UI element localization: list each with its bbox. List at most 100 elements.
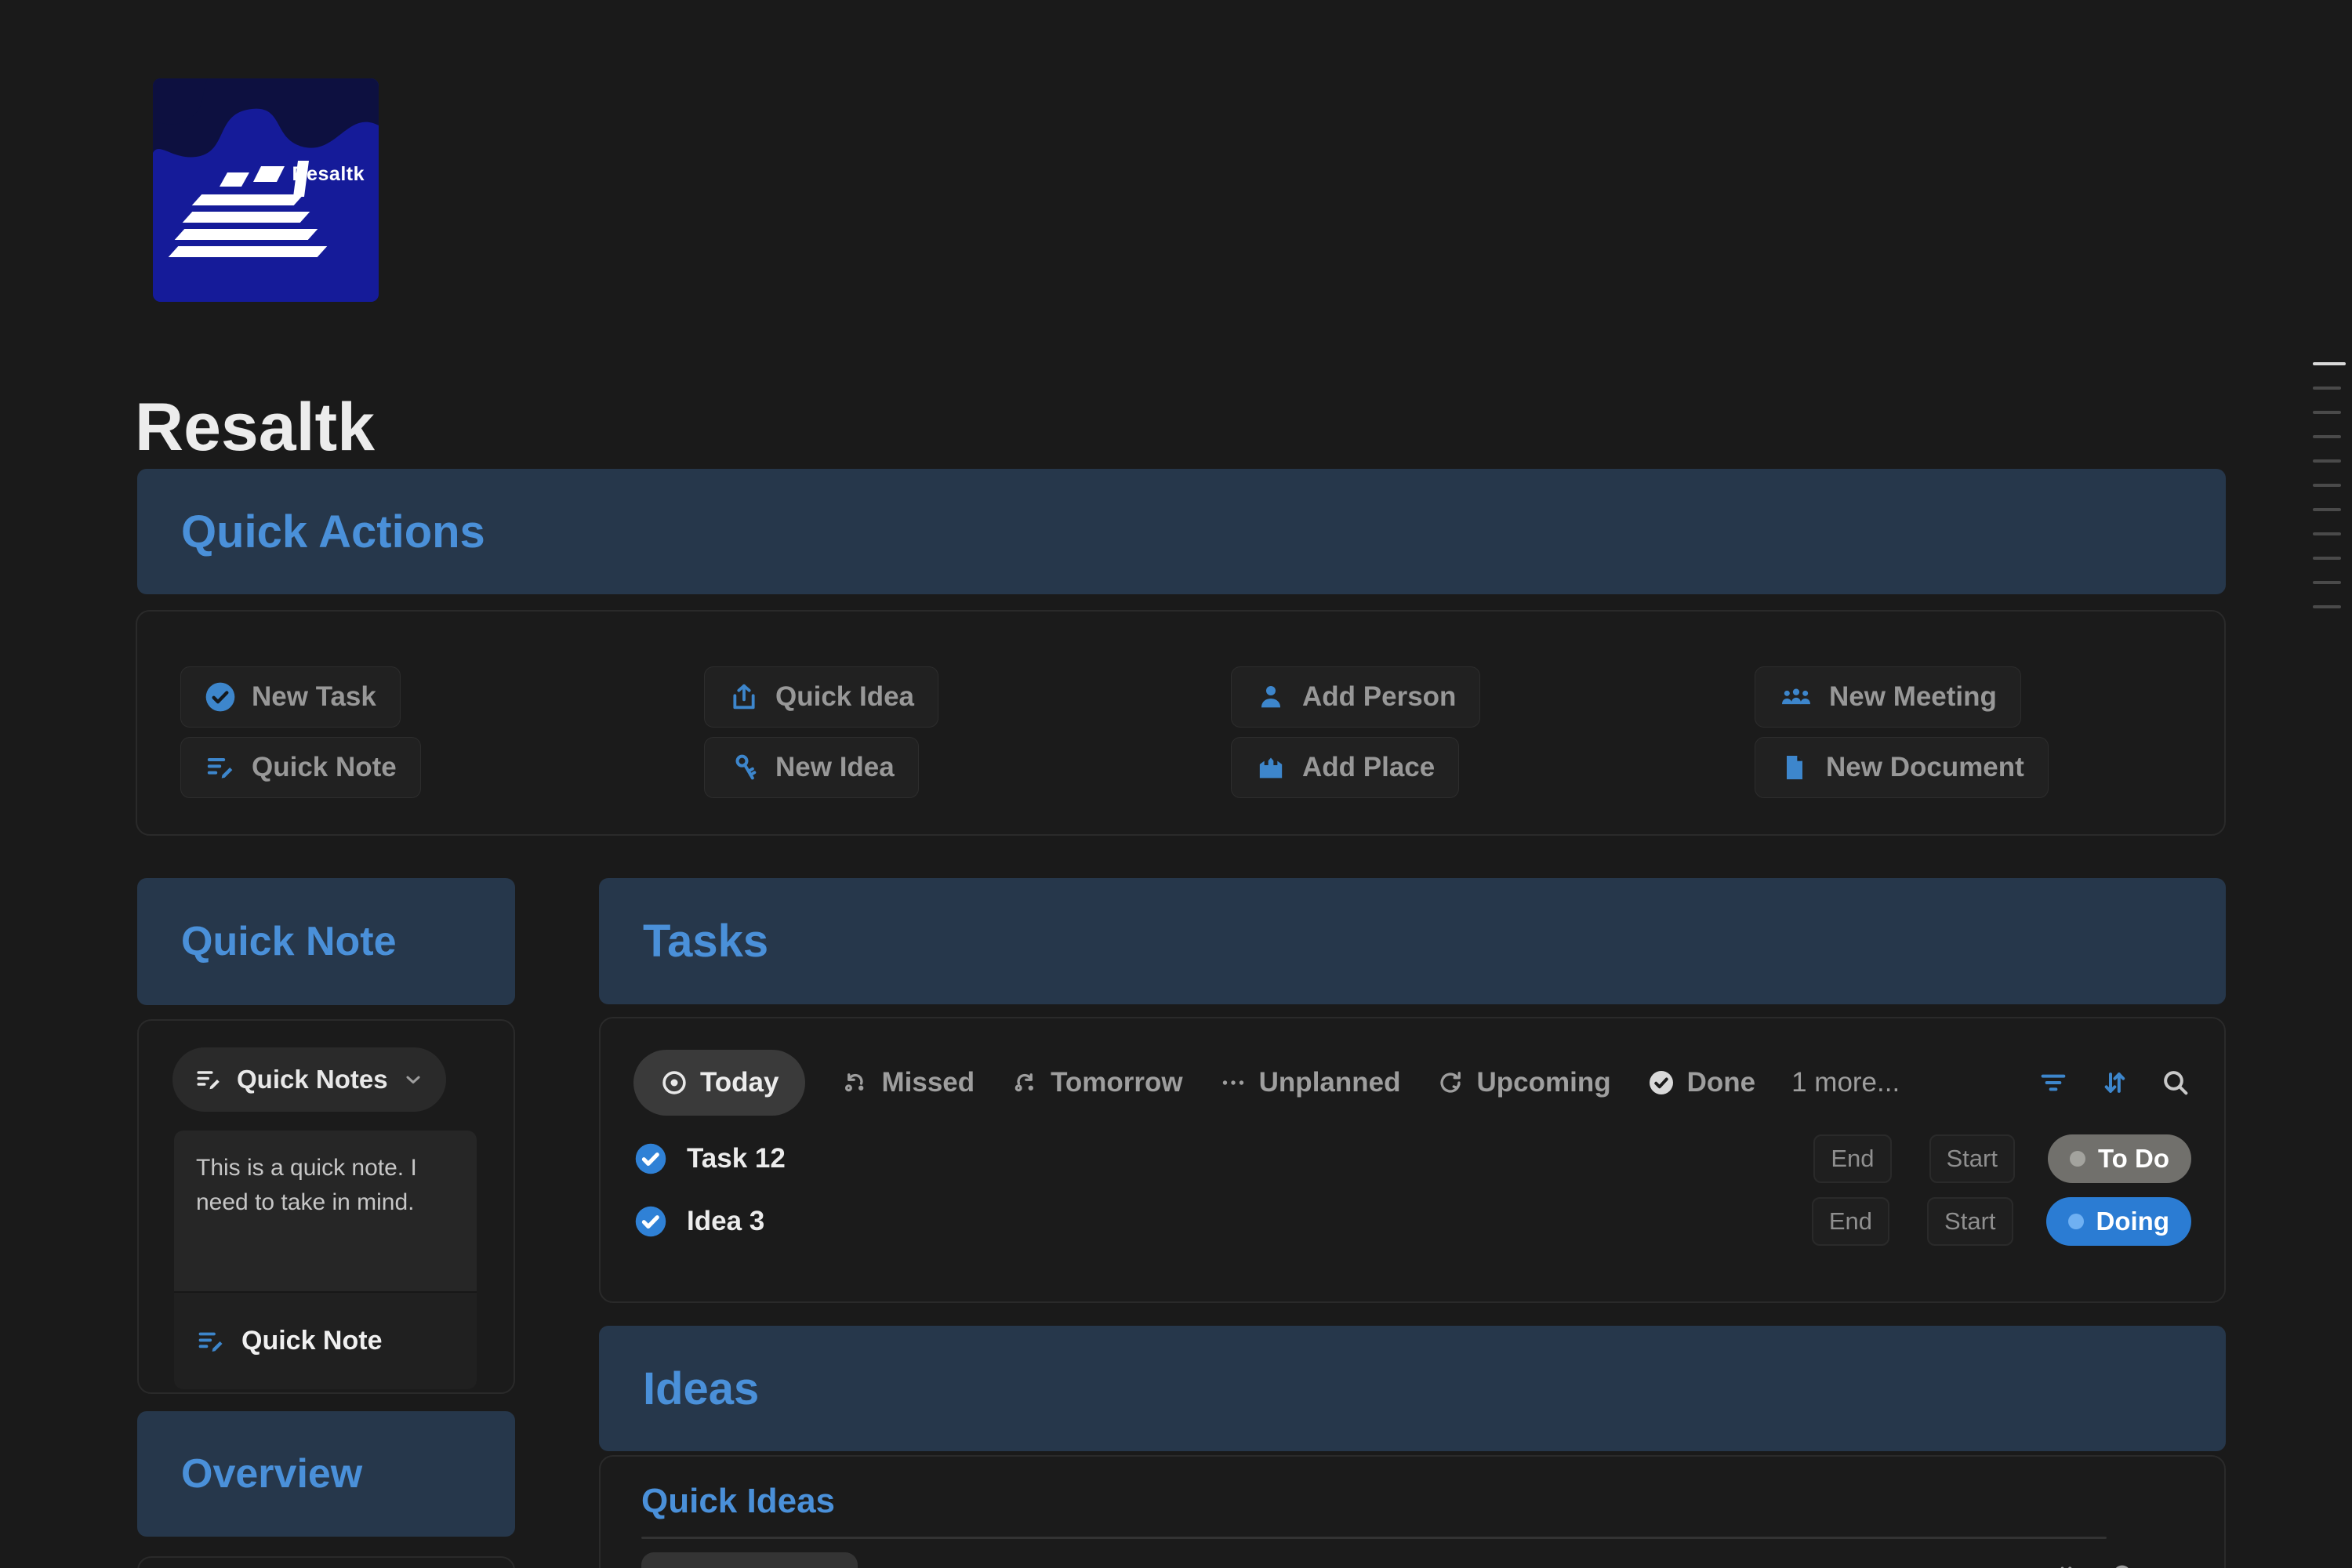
status-badge[interactable]: Doing (2046, 1197, 2191, 1246)
quick-notes-dropdown-label: Quick Notes (237, 1065, 388, 1094)
tab-done[interactable]: Done (1647, 1067, 1756, 1098)
new-task-button[interactable]: New Task (180, 666, 401, 728)
refresh-clock-icon (1436, 1069, 1465, 1097)
outline-item[interactable] (2313, 508, 2341, 511)
task-title[interactable]: Task 12 (687, 1143, 786, 1174)
outline-item[interactable] (2313, 581, 2341, 584)
task-title[interactable]: Idea 3 (687, 1206, 764, 1237)
outline-item[interactable] (2313, 532, 2341, 535)
status-label: Doing (2096, 1207, 2169, 1236)
quick-actions-card: New Task Quick Idea Add Person New Meeti… (136, 610, 2226, 836)
end-button[interactable]: End (1813, 1134, 1891, 1183)
sort-icon[interactable] (2099, 1067, 2130, 1098)
task-checkbox-icon[interactable] (633, 1142, 668, 1176)
page-title: Resaltk (135, 389, 375, 466)
outline-item[interactable] (2313, 605, 2341, 608)
end-button[interactable]: End (1812, 1197, 1889, 1246)
task-checkbox-icon[interactable] (633, 1204, 668, 1239)
note-pencil-icon (194, 1065, 223, 1094)
task-row: Idea 3 End Start Doing (633, 1192, 2191, 1250)
quick-note-card: Quick Notes This is a quick note. I need… (137, 1019, 515, 1394)
ideas-title: Ideas (643, 1363, 759, 1415)
new-meeting-label: New Meeting (1829, 681, 1997, 713)
page-outline-indicator (2313, 362, 2346, 630)
share-up-icon (728, 681, 760, 713)
arrow-hook-right-icon (1011, 1069, 1039, 1097)
overview-title: Overview (181, 1450, 362, 1497)
status-badge[interactable]: To Do (2048, 1134, 2191, 1183)
tasks-banner: Tasks (599, 878, 2226, 1004)
quick-idea-button[interactable]: Quick Idea (704, 666, 938, 728)
tab-today[interactable]: Today (633, 1050, 805, 1116)
note-pencil-icon (196, 1327, 226, 1356)
tab-missed-label: Missed (881, 1067, 975, 1098)
ideas-card: Quick Ideas Quick Idea (599, 1455, 2226, 1568)
add-place-label: Add Place (1302, 752, 1435, 783)
resaltk-dashboard-page: Resaltk Resaltk Quick Actions New Task Q… (0, 0, 2352, 1568)
status-label: To Do (2098, 1144, 2169, 1174)
outline-item[interactable] (2313, 411, 2341, 414)
ellipsis-icon (1219, 1069, 1247, 1097)
task-row: Task 12 End Start To Do (633, 1130, 2191, 1188)
building-icon (1255, 752, 1287, 783)
quick-ideas-divider (641, 1537, 2107, 1539)
new-document-button[interactable]: New Document (1755, 737, 2049, 798)
quick-actions-title: Quick Actions (181, 506, 485, 558)
tab-upcoming[interactable]: Upcoming (1436, 1067, 1610, 1098)
new-document-label: New Document (1826, 752, 2024, 783)
people-group-icon (1779, 681, 1813, 713)
tab-tomorrow[interactable]: Tomorrow (1011, 1067, 1183, 1098)
new-task-label: New Task (252, 681, 376, 713)
tab-today-label: Today (700, 1067, 779, 1098)
outline-item[interactable] (2313, 557, 2341, 560)
outline-item[interactable] (2313, 484, 2341, 487)
add-place-button[interactable]: Add Place (1231, 737, 1459, 798)
document-icon (1779, 752, 1810, 783)
start-button[interactable]: Start (1927, 1197, 2013, 1246)
filter-icon[interactable] (2038, 1067, 2069, 1098)
filter-icon[interactable] (1994, 1562, 2022, 1568)
ideas-banner: Ideas (599, 1326, 2226, 1451)
add-person-label: Add Person (1302, 681, 1456, 713)
outline-item[interactable] (2313, 362, 2346, 365)
arrow-hook-left-icon (841, 1069, 869, 1097)
overview-banner: Overview (137, 1411, 515, 1537)
tab-upcoming-label: Upcoming (1476, 1067, 1610, 1098)
search-icon[interactable] (2160, 1067, 2191, 1098)
new-idea-button[interactable]: New Idea (704, 737, 919, 798)
check-circle-icon (1647, 1069, 1675, 1097)
tabs-more-link[interactable]: 1 more... (1791, 1067, 1900, 1098)
start-button[interactable]: Start (1929, 1134, 2015, 1183)
tab-done-label: Done (1687, 1067, 1756, 1098)
quick-actions-banner: Quick Actions (137, 469, 2226, 594)
outline-item[interactable] (2313, 435, 2341, 438)
tab-missed[interactable]: Missed (841, 1067, 975, 1098)
add-person-button[interactable]: Add Person (1231, 666, 1480, 728)
logo-blob-icon (153, 78, 379, 302)
quick-note-button[interactable]: Quick Note (180, 737, 421, 798)
logo-wordmark: Resaltk (292, 163, 365, 186)
quick-notes-dropdown[interactable]: Quick Notes (172, 1047, 446, 1112)
search-icon[interactable] (2110, 1562, 2138, 1568)
quick-note-submit-button[interactable]: Quick Note (174, 1291, 477, 1389)
tasks-list: Task 12 End Start To Do Idea 3 End (633, 1130, 2191, 1250)
quick-idea-tab-partial[interactable]: Quick Idea (641, 1552, 858, 1568)
sort-icon[interactable] (2052, 1562, 2080, 1568)
quick-note-submit-label: Quick Note (241, 1326, 382, 1356)
key-icon (728, 752, 760, 783)
quick-ideas-heading: Quick Ideas (641, 1482, 835, 1521)
quick-note-title: Quick Note (181, 918, 397, 965)
workspace-logo[interactable]: Resaltk (153, 78, 379, 302)
person-icon (1255, 681, 1287, 713)
quick-note-banner: Quick Note (137, 878, 515, 1005)
check-circle-icon (205, 681, 236, 713)
tasks-toolbar (2038, 1067, 2191, 1098)
outline-item[interactable] (2313, 459, 2341, 463)
tab-unplanned[interactable]: Unplanned (1219, 1067, 1401, 1098)
quick-note-text: This is a quick note. I need to take in … (196, 1151, 455, 1219)
new-meeting-button[interactable]: New Meeting (1755, 666, 2021, 728)
tab-unplanned-label: Unplanned (1259, 1067, 1401, 1098)
tasks-title: Tasks (643, 915, 768, 967)
quick-note-text-area[interactable]: This is a quick note. I need to take in … (174, 1131, 477, 1291)
outline-item[interactable] (2313, 387, 2341, 390)
